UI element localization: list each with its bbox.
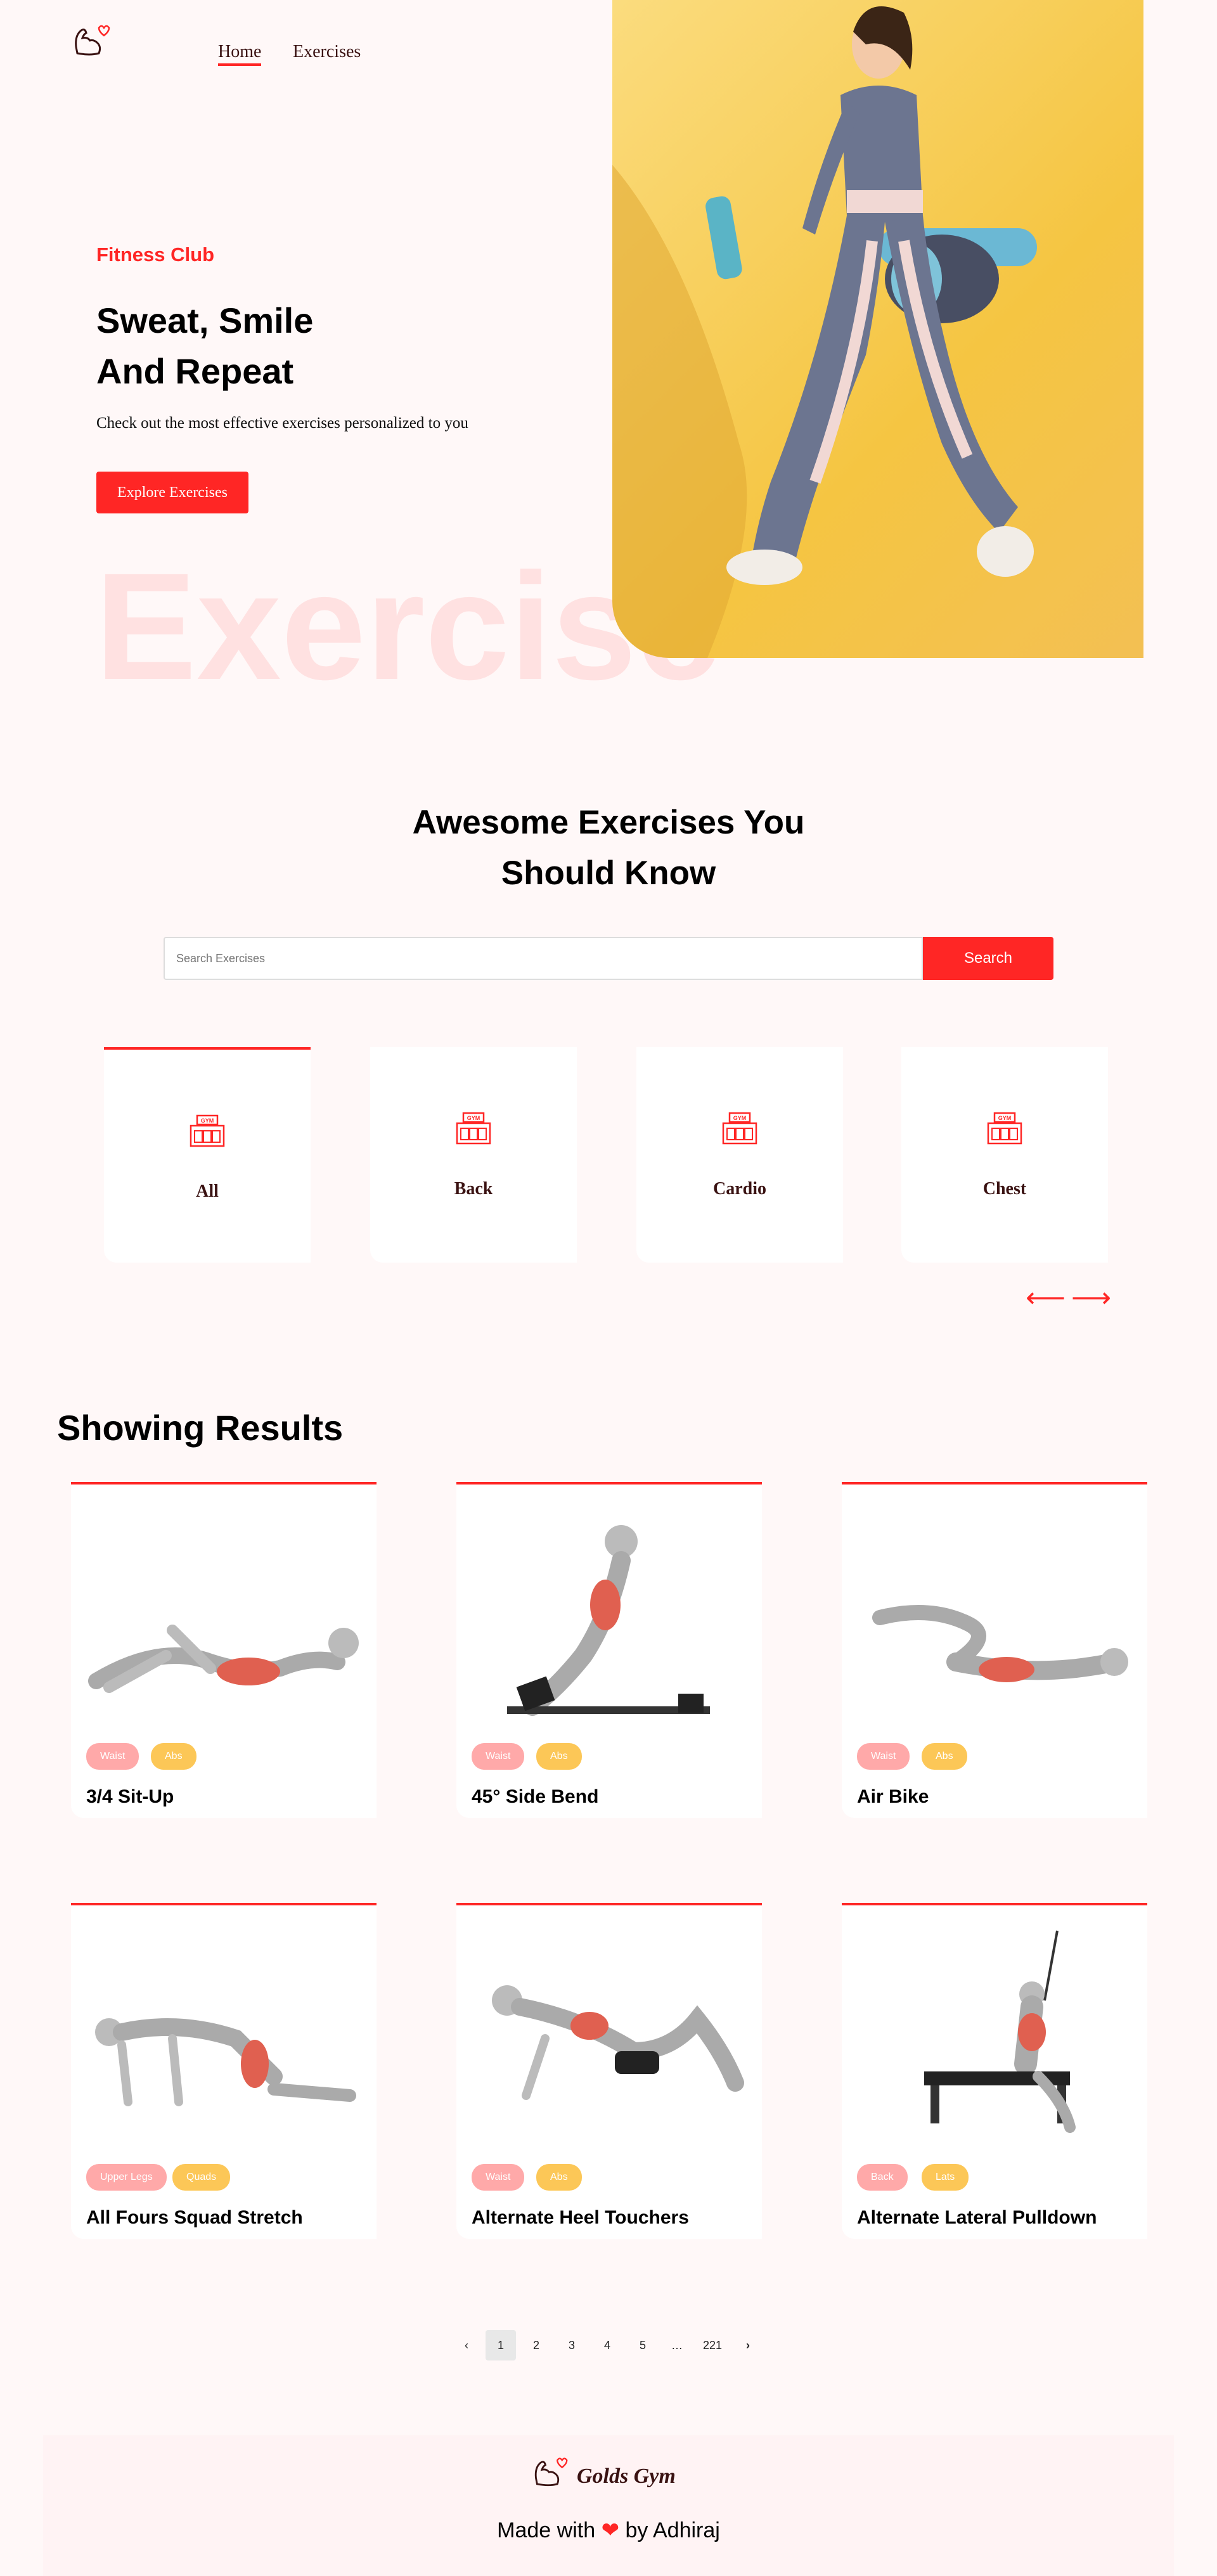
logo-icon bbox=[534, 2457, 568, 2487]
exercise-card[interactable]: Waist Abs Alternate Heel Touchers bbox=[456, 1903, 762, 2239]
exercise-tag-bodypart: Back bbox=[857, 2164, 908, 2191]
exercise-card[interactable]: Waist Abs 45° Side Bend bbox=[456, 1482, 762, 1818]
gym-icon: GYM bbox=[987, 1112, 1022, 1145]
exercise-name: Alternate Heel Touchers bbox=[472, 2207, 689, 2228]
exercise-tag-target: Abs bbox=[151, 1743, 196, 1770]
exercise-name: 3/4 Sit-Up bbox=[86, 1786, 174, 1807]
body-part-label: Back bbox=[454, 1179, 493, 1199]
gym-icon: GYM bbox=[190, 1114, 225, 1147]
svg-text:GYM: GYM bbox=[733, 1115, 747, 1121]
pagination-page-button[interactable]: 221 bbox=[696, 2330, 729, 2360]
search-input[interactable] bbox=[164, 937, 923, 980]
pagination-page-button[interactable]: 1 bbox=[486, 2330, 516, 2360]
exercise-image bbox=[88, 1625, 359, 1693]
hero-banner-image bbox=[612, 0, 1143, 658]
exercise-card[interactable]: Back Lats Alternate Lateral Pulldown bbox=[842, 1903, 1147, 2239]
exercise-name: All Fours Squad Stretch bbox=[86, 2207, 303, 2228]
exercise-image bbox=[872, 1605, 1128, 1682]
exercise-name: Air Bike bbox=[857, 1786, 929, 1807]
footer-brand-name: Golds Gym bbox=[577, 2464, 676, 2488]
exercise-card[interactable]: Upper Legs Quads All Fours Squad Stretch bbox=[71, 1903, 377, 2239]
body-part-card-cardio[interactable]: GYM Cardio bbox=[636, 1047, 843, 1263]
gym-icon: GYM bbox=[722, 1112, 757, 1145]
explore-exercises-button[interactable]: Explore Exercises bbox=[96, 472, 248, 513]
hero-title-line2: And Repeat bbox=[96, 351, 294, 391]
exercise-tag-target: Lats bbox=[922, 2164, 969, 2191]
nav-exercises-link[interactable]: Exercises bbox=[293, 42, 361, 62]
pagination-page-button[interactable]: 4 bbox=[592, 2330, 622, 2360]
footer-made-with: Made with bbox=[497, 2518, 596, 2542]
hero-title: Sweat, Smile And Repeat bbox=[96, 295, 553, 397]
exercise-image bbox=[492, 1985, 744, 2100]
body-part-card-chest[interactable]: GYM Chest bbox=[901, 1047, 1108, 1263]
svg-text:GYM: GYM bbox=[998, 1115, 1012, 1121]
pagination-prev-button[interactable]: ‹ bbox=[454, 2330, 479, 2360]
right-arrow-icon[interactable]: ⟶ bbox=[1071, 1282, 1111, 1314]
search-title-line1: Awesome Exercises You bbox=[412, 804, 805, 841]
footer-credit: Made with ❤ by Adhiraj bbox=[43, 2518, 1174, 2543]
footer: Golds Gym Made with ❤ by Adhiraj bbox=[43, 2435, 1174, 2576]
results-title: Showing Results bbox=[57, 1408, 344, 1448]
hero-tagline: Fitness Club bbox=[96, 243, 215, 266]
exercise-tag-target: Abs bbox=[536, 1743, 582, 1770]
exercise-name: 45° Side Bend bbox=[472, 1786, 599, 1807]
hero-woman-illustration bbox=[612, 6, 1037, 658]
body-part-label: Cardio bbox=[713, 1179, 766, 1199]
pagination-page-button[interactable]: 3 bbox=[557, 2330, 587, 2360]
exercise-tag-bodypart: Waist bbox=[472, 1743, 525, 1770]
svg-text:GYM: GYM bbox=[201, 1117, 214, 1124]
heart-icon: ❤ bbox=[601, 2518, 620, 2542]
search-button[interactable]: Search bbox=[923, 937, 1053, 980]
exercise-tag-target: Quads bbox=[172, 2164, 231, 2191]
body-part-label: Chest bbox=[982, 1179, 1027, 1199]
exercise-tag-bodypart: Waist bbox=[86, 1743, 139, 1770]
body-part-card-all[interactable]: GYM All bbox=[104, 1047, 311, 1263]
exercise-tag-target: Abs bbox=[922, 1743, 967, 1770]
pagination-ellipsis: … bbox=[671, 2339, 683, 2352]
pagination-next-button[interactable]: › bbox=[735, 2330, 761, 2360]
footer-author: by Adhiraj bbox=[625, 2518, 720, 2542]
exercise-card[interactable]: Waist Abs Air Bike bbox=[842, 1482, 1147, 1818]
body-part-card-back[interactable]: GYM Back bbox=[370, 1047, 577, 1263]
exercise-name: Alternate Lateral Pulldown bbox=[857, 2207, 1097, 2228]
exercise-card[interactable]: Waist Abs 3/4 Sit-Up bbox=[71, 1482, 377, 1818]
logo-icon[interactable] bbox=[71, 22, 112, 62]
nav-home-link[interactable]: Home bbox=[218, 42, 262, 66]
svg-text:GYM: GYM bbox=[467, 1115, 480, 1121]
body-part-label: All bbox=[196, 1182, 219, 1201]
exercise-image bbox=[95, 2018, 356, 2106]
exercise-tag-bodypart: Waist bbox=[472, 2164, 525, 2191]
exercise-image bbox=[924, 1930, 1076, 2133]
pagination-page-button[interactable]: 5 bbox=[628, 2330, 658, 2360]
hero-title-line1: Sweat, Smile bbox=[96, 300, 314, 340]
search-section-title: Awesome Exercises You Should Know bbox=[355, 797, 862, 899]
pagination-page-button[interactable]: 2 bbox=[521, 2330, 551, 2360]
exercise-tag-bodypart: Waist bbox=[857, 1743, 910, 1770]
exercise-tag-target: Abs bbox=[536, 2164, 582, 2191]
search-title-line2: Should Know bbox=[501, 854, 716, 892]
gym-icon: GYM bbox=[456, 1112, 491, 1145]
left-arrow-icon[interactable]: ⟵ bbox=[1026, 1282, 1066, 1314]
exercise-tag-bodypart: Upper Legs bbox=[86, 2164, 167, 2191]
hero-description: Check out the most effective exercises p… bbox=[96, 415, 468, 432]
exercise-image bbox=[507, 1525, 710, 1716]
